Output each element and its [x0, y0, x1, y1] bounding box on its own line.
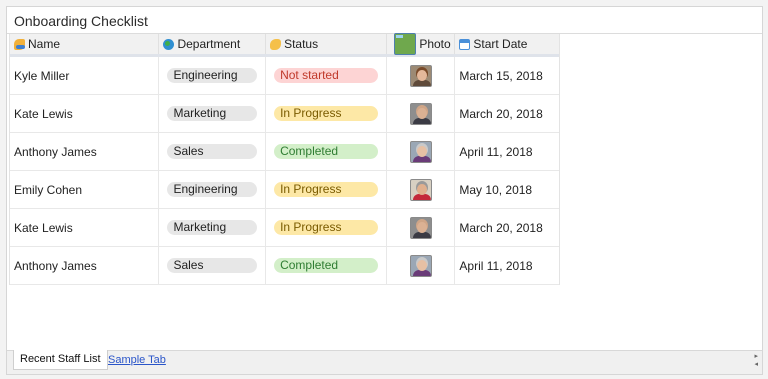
- column-header-status[interactable]: Status: [266, 34, 387, 54]
- cell-photo[interactable]: [387, 95, 456, 132]
- start-date: May 10, 2018: [459, 182, 533, 197]
- start-date: March 20, 2018: [459, 106, 543, 121]
- start-date: April 11, 2018: [459, 144, 533, 159]
- column-header-start-date[interactable]: Start Date: [455, 34, 559, 54]
- cell-department[interactable]: Engineering: [159, 171, 267, 208]
- start-date: March 15, 2018: [459, 68, 543, 83]
- cell-photo[interactable]: [387, 247, 456, 284]
- employee-name: Anthony James: [14, 258, 97, 273]
- cell-start-date[interactable]: April 11, 2018: [455, 247, 559, 284]
- department-tag: Engineering: [167, 68, 258, 83]
- table-row[interactable]: Kate Lewis Marketing In Progress March 20, …: [10, 209, 559, 247]
- cell-start-date[interactable]: April 11, 2018: [455, 133, 559, 170]
- cell-start-date[interactable]: March 15, 2018: [455, 57, 559, 94]
- cell-name[interactable]: Kate Lewis: [10, 209, 160, 246]
- employee-name: Anthony James: [14, 144, 97, 159]
- cell-name[interactable]: Emily Cohen: [10, 171, 160, 208]
- avatar[interactable]: [409, 140, 432, 163]
- start-date: April 11, 2018: [459, 258, 533, 273]
- status-badge: Completed: [274, 258, 379, 273]
- waving-hand-icon: [14, 38, 25, 50]
- picture-icon: [394, 33, 417, 55]
- table-row[interactable]: Kate Lewis Marketing In Progress March 20, …: [10, 95, 559, 133]
- data-grid: Name Department Status Photo Start Date …: [9, 33, 560, 285]
- table-row[interactable]: Anthony James Sales Completed April 11, 201…: [10, 247, 559, 285]
- cell-status[interactable]: In Progress: [266, 209, 387, 246]
- cell-photo[interactable]: [387, 209, 456, 246]
- table-row[interactable]: Kyle Miller Engineering Not started March 1…: [10, 57, 559, 95]
- cell-name[interactable]: Kate Lewis: [10, 95, 160, 132]
- sheet-title: Onboarding Checklist: [7, 7, 762, 34]
- column-header-label: Start Date: [473, 37, 528, 51]
- cell-department[interactable]: Sales: [159, 133, 267, 170]
- cell-status[interactable]: In Progress: [266, 95, 387, 132]
- sheet-tab-bar: Recent Staff List Sample Tab ▸ ◂: [7, 350, 762, 374]
- employee-name: Kate Lewis: [14, 106, 73, 121]
- calendar-icon: [459, 38, 471, 50]
- table-row[interactable]: Emily Cohen Engineering In Progress May 10,…: [10, 171, 559, 209]
- avatar[interactable]: [409, 254, 432, 277]
- department-tag: Sales: [167, 144, 258, 159]
- avatar[interactable]: [409, 102, 432, 125]
- employee-name: Emily Cohen: [14, 182, 83, 197]
- globe-icon: [163, 38, 175, 50]
- scroll-right-icon[interactable]: ▸: [754, 353, 758, 361]
- department-tag: Sales: [167, 258, 258, 273]
- cell-status[interactable]: Completed: [266, 247, 387, 284]
- status-badge: In Progress: [274, 182, 379, 197]
- sheet-window: Onboarding Checklist Name Department Sta…: [6, 6, 763, 375]
- table-row[interactable]: Anthony James Sales Completed April 11, 201…: [10, 133, 559, 171]
- column-header-label: Status: [284, 37, 319, 51]
- cell-department[interactable]: Marketing: [159, 209, 267, 246]
- cell-name[interactable]: Anthony James: [10, 247, 160, 284]
- avatar[interactable]: [409, 64, 432, 87]
- cell-department[interactable]: Marketing: [159, 95, 267, 132]
- tab-recent-staff-list[interactable]: Recent Staff List: [13, 350, 108, 370]
- cell-name[interactable]: Anthony James: [10, 133, 160, 170]
- tab-scroll-arrows[interactable]: ▸ ◂: [754, 353, 758, 369]
- column-header-label: Department: [177, 37, 241, 51]
- cell-start-date[interactable]: March 20, 2018: [455, 209, 559, 246]
- column-header-photo[interactable]: Photo: [387, 33, 456, 55]
- cell-photo[interactable]: [387, 171, 456, 208]
- cell-name[interactable]: Kyle Miller: [10, 57, 160, 94]
- grid-body: Kyle Miller Engineering Not started March 1…: [10, 57, 559, 285]
- tab-sample-tab[interactable]: Sample Tab: [108, 354, 166, 366]
- status-badge: Not started: [274, 68, 379, 83]
- avatar[interactable]: [409, 178, 432, 201]
- department-tag: Engineering: [167, 182, 258, 197]
- column-header-name[interactable]: Name: [10, 34, 160, 54]
- cell-department[interactable]: Sales: [159, 247, 267, 284]
- start-date: March 20, 2018: [459, 220, 543, 235]
- status-badge: In Progress: [274, 106, 379, 121]
- cell-status[interactable]: In Progress: [266, 171, 387, 208]
- cell-status[interactable]: Completed: [266, 133, 387, 170]
- cell-start-date[interactable]: May 10, 2018: [455, 171, 559, 208]
- department-tag: Marketing: [167, 106, 258, 121]
- hand-pointing-icon: [270, 38, 282, 50]
- cell-photo[interactable]: [387, 57, 456, 94]
- grid-header: Name Department Status Photo Start Date: [10, 33, 559, 57]
- column-header-department[interactable]: Department: [159, 34, 267, 54]
- cell-start-date[interactable]: March 20, 2018: [455, 95, 559, 132]
- cell-photo[interactable]: [387, 133, 456, 170]
- employee-name: Kyle Miller: [14, 68, 70, 83]
- avatar[interactable]: [409, 216, 432, 239]
- scroll-left-icon[interactable]: ◂: [754, 361, 758, 369]
- status-badge: Completed: [274, 144, 379, 159]
- employee-name: Kate Lewis: [14, 220, 73, 235]
- department-tag: Marketing: [167, 220, 258, 235]
- column-header-label: Name: [28, 37, 61, 51]
- status-badge: In Progress: [274, 220, 379, 235]
- cell-department[interactable]: Engineering: [159, 57, 267, 94]
- cell-status[interactable]: Not started: [266, 57, 387, 94]
- column-header-label: Photo: [419, 37, 451, 51]
